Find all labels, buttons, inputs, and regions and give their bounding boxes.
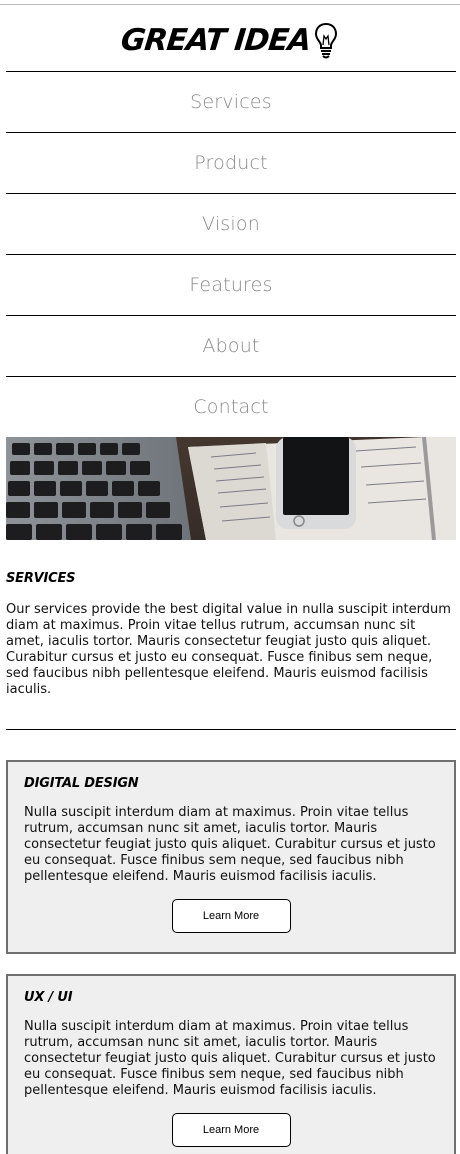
learn-more-button[interactable]: Learn More	[171, 1113, 291, 1147]
lightbulb-icon	[314, 22, 337, 59]
nav-item-features[interactable]: Features	[6, 254, 456, 315]
nav-item-about[interactable]: About	[6, 315, 456, 376]
card-ux-ui: UX / UI Nulla suscipit interdum diam at …	[6, 974, 456, 1154]
card-title: UX / UI	[24, 990, 73, 1005]
card-text: Nulla suscipit interdum diam at maximus.…	[24, 1019, 436, 1098]
section-divider	[6, 729, 456, 730]
learn-more-button[interactable]: Learn More	[171, 899, 291, 933]
card-text: Nulla suscipit interdum diam at maximus.…	[24, 805, 436, 884]
hero-photo-illustration	[6, 437, 456, 540]
nav-item-contact[interactable]: Contact	[6, 376, 456, 438]
services-title: SERVICES	[6, 571, 76, 586]
logo-text: GREAT IDEA	[119, 22, 313, 58]
logo[interactable]: GREAT IDEA	[119, 21, 338, 59]
hero-image	[6, 437, 456, 540]
card-title: DIGITAL DESIGN	[24, 776, 139, 791]
services-section: SERVICES Our services provide the best d…	[6, 571, 456, 698]
nav-item-product[interactable]: Product	[6, 132, 456, 193]
card-digital-design: DIGITAL DESIGN Nulla suscipit interdum d…	[6, 760, 456, 954]
site-header: GREAT IDEA	[0, 12, 460, 68]
nav-item-services[interactable]: Services	[6, 71, 456, 132]
nav-item-vision[interactable]: Vision	[6, 193, 456, 254]
main-nav: Services Product Vision Features About C…	[6, 71, 456, 438]
services-text: Our services provide the best digital va…	[6, 602, 451, 697]
top-border	[0, 4, 460, 5]
